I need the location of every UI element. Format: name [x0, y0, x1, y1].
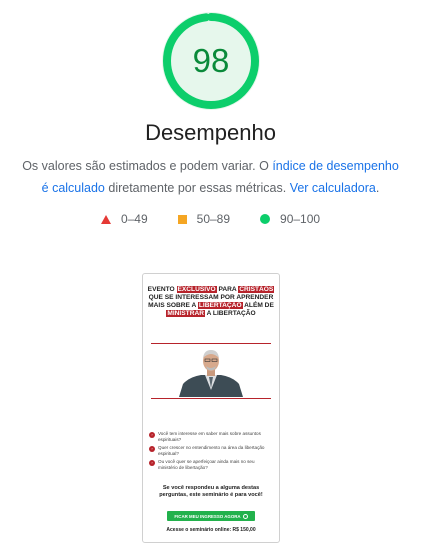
- performance-gauge: 98: [162, 12, 260, 110]
- list-item: › Ou você quer se aperfeiçoar ainda mais…: [149, 459, 273, 470]
- headline-text: PARA: [216, 286, 239, 293]
- legend-item-average: 50–89: [177, 212, 231, 226]
- performance-score: 98: [192, 42, 230, 79]
- bullet-icon: ›: [149, 460, 155, 467]
- price-text: Acesse o seminário online: R$ 150,00: [166, 527, 256, 533]
- cta-label: FICAR MEU INGRESSO AGORA: [174, 513, 241, 519]
- headline-highlight: MINISTRAR: [166, 310, 205, 317]
- bullet-text: Quer crescer no entendimento na área da …: [158, 445, 265, 456]
- headline-text: ALÉM DE: [242, 302, 274, 309]
- list-item: › Você tem interesse em saber mais sobre…: [149, 431, 273, 442]
- description-text: diretamente por essas métricas.: [104, 181, 290, 195]
- bullet-icon: ›: [149, 432, 155, 438]
- score-description: Os valores são estimados e podem variar.…: [20, 155, 401, 199]
- headline-text: EVENTO: [147, 286, 177, 293]
- legend-range: 0–49: [120, 212, 148, 226]
- speaker-photo: [143, 344, 279, 397]
- divider: [151, 398, 271, 399]
- headline-highlight: CRISTÃOS: [238, 286, 275, 293]
- legend-range: 50–89: [196, 212, 231, 226]
- legend-item-fail: 0–49: [100, 212, 148, 226]
- orange-square-icon: [177, 214, 187, 224]
- list-item: › Quer crescer no entendimento na área d…: [149, 445, 273, 456]
- bullet-text: Ou você quer se aperfeiçoar ainda mais n…: [158, 459, 255, 470]
- headline-highlight: EXCLUSIVO: [176, 286, 217, 293]
- final-screenshot-thumbnail[interactable]: EVENTO EXCLUSIVO PARA CRISTÃOS QUE SE IN…: [142, 273, 280, 543]
- speaker-illustration: [179, 350, 243, 397]
- headline-text: A LIBERTAÇÃO: [204, 310, 256, 317]
- red-triangle-icon: [100, 214, 111, 224]
- bullet-icon: ›: [149, 446, 155, 453]
- calculator-link[interactable]: Ver calculadora: [290, 181, 376, 195]
- legend-item-pass: 90–100: [260, 212, 320, 226]
- question-list: › Você tem interesse em saber mais sobre…: [149, 431, 273, 474]
- page-title: Desempenho: [145, 120, 276, 145]
- description-text: .: [375, 181, 380, 195]
- thumbnail-headline: EVENTO EXCLUSIVO PARA CRISTÃOS QUE SE IN…: [147, 286, 275, 318]
- closing-text: Se você respondeu a alguma destas pergun…: [159, 485, 263, 498]
- buy-ticket-button[interactable]: FICAR MEU INGRESSO AGORA: [167, 511, 255, 521]
- bullet-text: Você tem interesse em saber mais sobre a…: [158, 431, 261, 442]
- headline-highlight: LIBERTAÇÃO: [197, 302, 243, 309]
- score-legend: 0–49 50–89 90–100: [0, 212, 421, 226]
- green-circle-icon: [260, 214, 271, 224]
- legend-range: 90–100: [280, 212, 321, 226]
- description-text: Os valores são estimados e podem variar.…: [22, 159, 273, 173]
- whatsapp-icon: [242, 513, 248, 519]
